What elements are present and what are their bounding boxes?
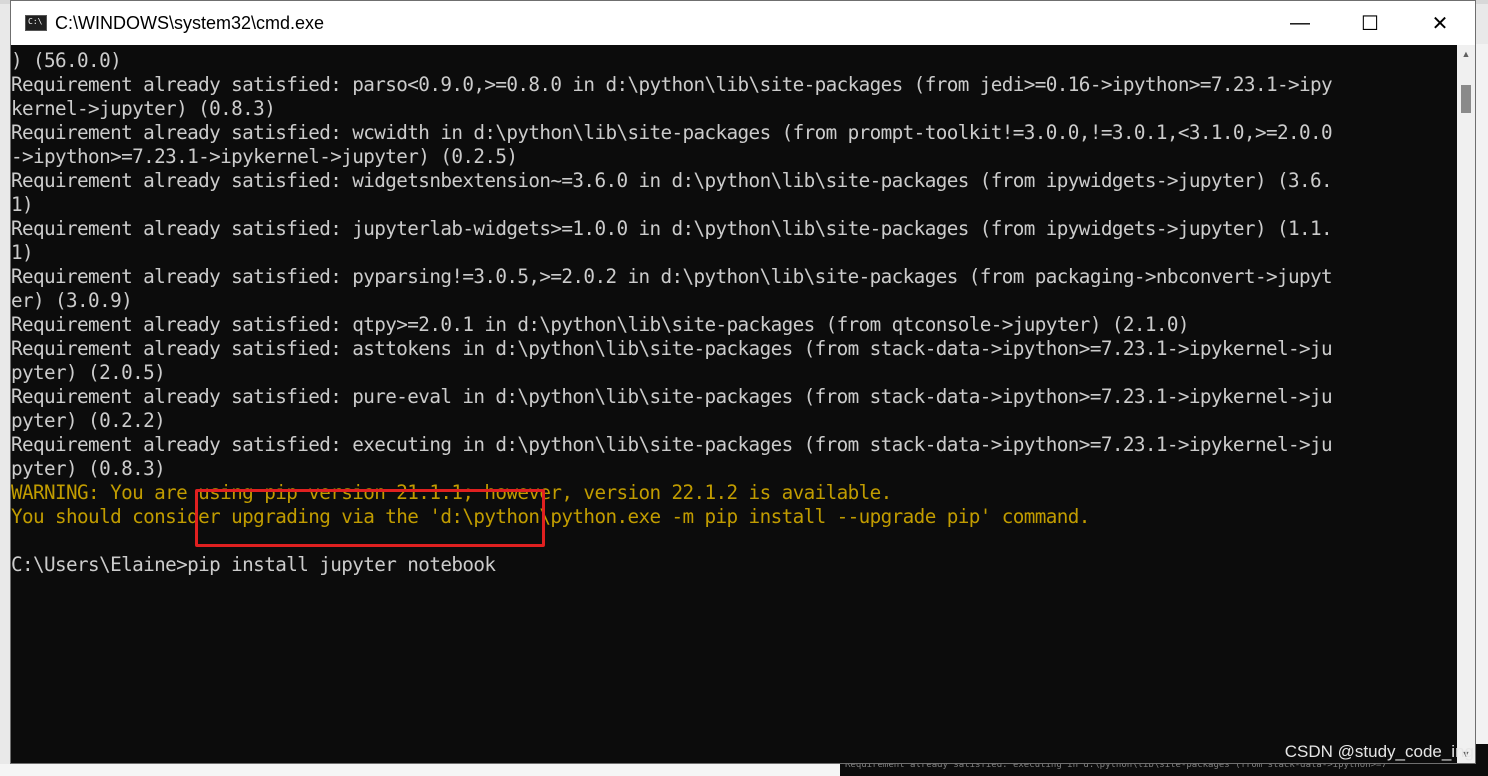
cmd-icon[interactable] — [25, 15, 47, 31]
output-line: 1) — [11, 193, 34, 216]
background-window-edge-bottom — [0, 764, 840, 776]
output-line: Requirement already satisfied: parso<0.9… — [11, 73, 1333, 96]
minimize-button[interactable]: — — [1265, 1, 1335, 45]
output-line: pyter) (0.2.2) — [11, 409, 166, 432]
scroll-thumb[interactable] — [1461, 85, 1471, 113]
output-line: Requirement already satisfied: widgetsnb… — [11, 169, 1333, 192]
output-line: Requirement already satisfied: executing… — [11, 433, 1333, 456]
watermark: CSDN @study_code_ing — [1284, 742, 1474, 761]
output-line: 1) — [11, 241, 34, 264]
vertical-scrollbar[interactable]: ▲ ▼ — [1457, 45, 1475, 763]
maximize-button[interactable]: ☐ — [1335, 1, 1405, 45]
output-line: Requirement already satisfied: asttokens… — [11, 337, 1333, 360]
title-bar[interactable]: C:\WINDOWS\system32\cmd.exe — ☐ ✕ — [11, 1, 1475, 45]
window-controls: — ☐ ✕ — [1265, 1, 1475, 45]
output-line: ) (56.0.0) — [11, 49, 122, 72]
window-title: C:\WINDOWS\system32\cmd.exe — [55, 12, 325, 33]
command-prompt-line: C:\Users\Elaine>pip install jupyter note… — [11, 553, 496, 576]
output-line: Requirement already satisfied: pyparsing… — [11, 265, 1333, 288]
output-line: er) (3.0.9) — [11, 289, 133, 312]
highlight-annotation — [195, 489, 545, 547]
output-line: kernel->jupyter) (0.8.3) — [11, 97, 276, 120]
output-line: pyter) (2.0.5) — [11, 361, 166, 384]
output-line: Requirement already satisfied: pure-eval… — [11, 385, 1333, 408]
background-window-edge — [1476, 44, 1488, 744]
output-line: Requirement already satisfied: wcwidth i… — [11, 121, 1333, 144]
output-line: Requirement already satisfied: qtpy>=2.0… — [11, 313, 1189, 336]
close-button[interactable]: ✕ — [1405, 1, 1475, 45]
output-line: ->ipython>=7.23.1->ipykernel->jupyter) (… — [11, 145, 518, 168]
terminal-output[interactable]: ) (56.0.0) Requirement already satisfied:… — [11, 45, 1457, 763]
output-line: Requirement already satisfied: jupyterla… — [11, 217, 1333, 240]
scroll-up-arrow-icon[interactable]: ▲ — [1457, 45, 1475, 63]
cmd-window[interactable]: C:\WINDOWS\system32\cmd.exe — ☐ ✕ ) (56.… — [10, 0, 1476, 764]
output-line: pyter) (0.8.3) — [11, 457, 166, 480]
